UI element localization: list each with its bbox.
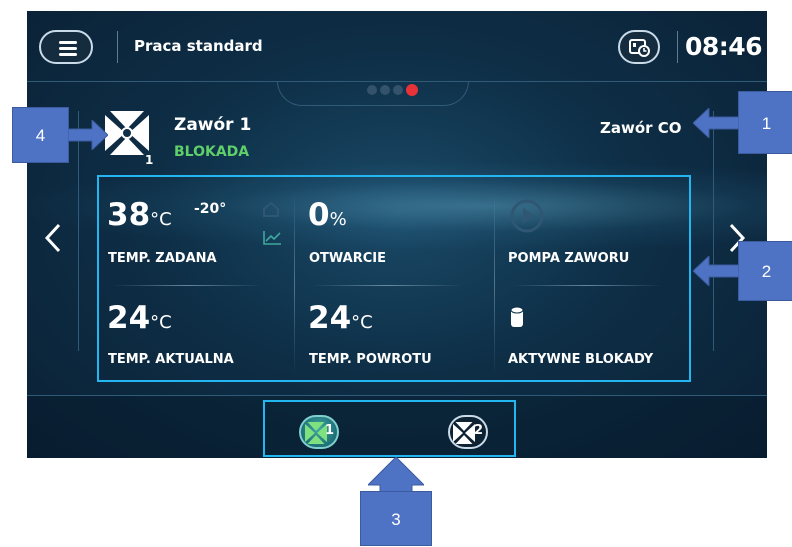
callout-arrow [693,108,739,138]
side-line [713,111,714,351]
highlight-box-tiles [97,175,691,382]
callout-arrow [693,256,739,286]
mode-button[interactable] [618,30,660,64]
clock: 08:46 [685,32,763,61]
callout-arrow [368,457,424,493]
menu-button[interactable] [39,30,93,64]
valve-number: 1 [145,153,154,167]
page-dot[interactable] [393,85,403,95]
menu-icon-bar [59,47,77,50]
divider [677,31,678,63]
callout-4: 4 [12,107,69,163]
valve-name: Zawór 1 [174,115,252,135]
valve-type: Zawór CO [600,119,682,137]
callout-2: 2 [738,241,792,301]
valve-status: BLOKADA [174,144,250,160]
page-dot[interactable] [367,85,377,95]
chevron-left-icon[interactable] [43,223,63,253]
page-dot[interactable] [380,85,390,95]
page-title: Praca standard [134,37,263,55]
highlight-box-valve-buttons [263,400,516,457]
callout-arrow [68,120,108,150]
mode-icon [629,39,650,57]
divider [117,31,118,63]
menu-icon-bar [59,53,77,56]
page-dot-active[interactable] [406,84,418,96]
callout-1: 1 [738,91,792,154]
callout-3: 3 [360,491,432,546]
top-bar: Praca standard 08:46 [27,11,767,82]
menu-icon [59,41,77,44]
